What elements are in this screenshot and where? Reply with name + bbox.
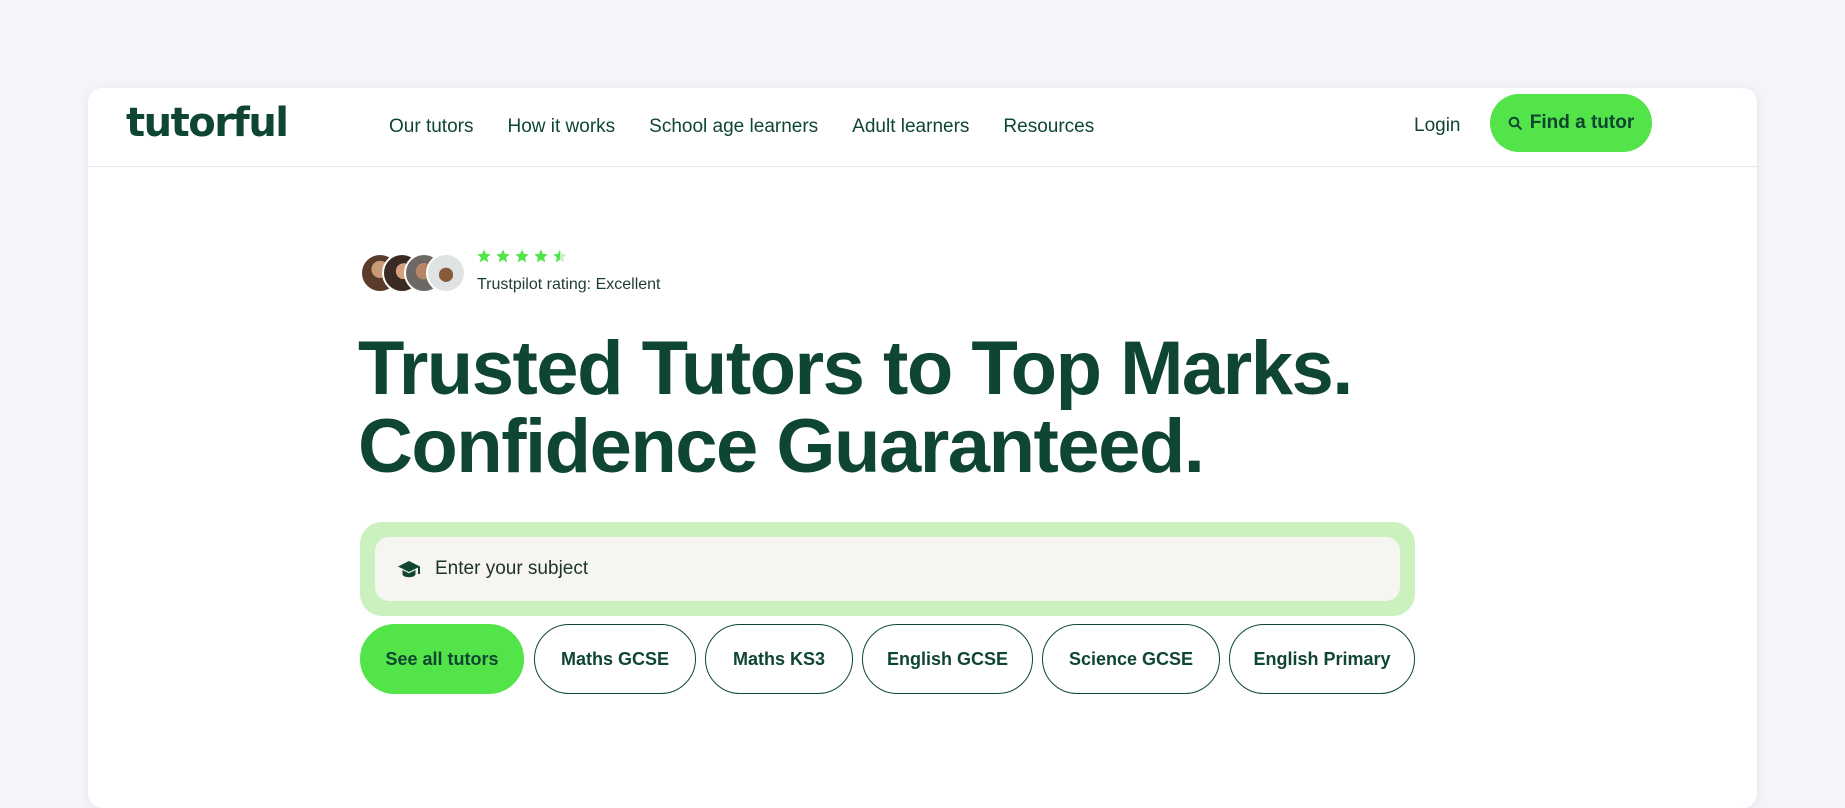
chip-english-primary[interactable]: English Primary [1229, 624, 1415, 694]
subject-search-input[interactable] [433, 557, 1137, 581]
headline-line-2: Confidence Guaranteed. [358, 404, 1205, 489]
nav-school-age-learners[interactable]: School age learners [649, 116, 818, 138]
find-a-tutor-button[interactable]: Find a tutor [1490, 94, 1652, 152]
tutor-avatars [360, 253, 475, 297]
chip-science-gcse[interactable]: Science GCSE [1042, 624, 1220, 694]
nav-resources[interactable]: Resources [1003, 116, 1094, 138]
headline-line-1: Trusted Tutors to Top Marks. [358, 326, 1353, 411]
half-star-icon [553, 249, 567, 263]
star-icon [534, 249, 548, 263]
nav-our-tutors[interactable]: Our tutors [389, 116, 473, 138]
tutorful-logo[interactable]: tutorful [126, 100, 289, 146]
nav-adult-learners[interactable]: Adult learners [852, 116, 969, 138]
chip-maths-gcse[interactable]: Maths GCSE [534, 624, 696, 694]
find-a-tutor-label: Find a tutor [1529, 112, 1635, 133]
chip-maths-ks3[interactable]: Maths KS3 [705, 624, 853, 694]
graduation-cap-icon [398, 561, 420, 578]
avatar [426, 253, 466, 293]
star-icon [477, 249, 491, 263]
search-icon [1508, 116, 1522, 130]
subject-search-box[interactable] [375, 537, 1400, 601]
main-nav: Our tutors How it works School age learn… [389, 88, 1128, 166]
star-rating [476, 248, 568, 264]
star-icon [515, 249, 529, 263]
chip-english-gcse[interactable]: English GCSE [862, 624, 1033, 694]
nav-how-it-works[interactable]: How it works [507, 116, 615, 138]
page-card: tutorful Our tutors How it works School … [88, 88, 1757, 808]
page-title: Trusted Tutors to Top Marks. Confidence … [358, 326, 1353, 489]
subject-search [360, 522, 1415, 616]
see-all-tutors-button[interactable]: See all tutors [360, 624, 524, 694]
site-header: tutorful Our tutors How it works School … [88, 88, 1757, 167]
star-icon [496, 249, 510, 263]
rating-text: Trustpilot rating: Excellent [477, 276, 661, 293]
login-link[interactable]: Login [1414, 115, 1461, 137]
